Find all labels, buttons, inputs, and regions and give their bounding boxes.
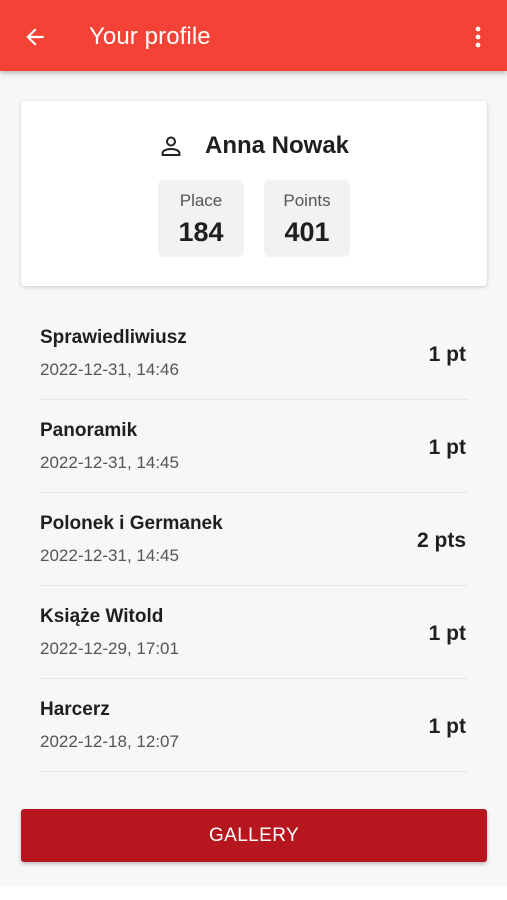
stat-place: Place 184 xyxy=(158,180,244,257)
activity-title: Panoramik xyxy=(40,420,138,441)
activity-points: 2 pts xyxy=(416,529,466,552)
user-icon xyxy=(159,134,183,158)
list-item[interactable]: Książe Witold 2022-12-29, 17:01 1 pt xyxy=(40,586,468,679)
stat-points-label: Points xyxy=(283,191,331,210)
activity-points: 1 pt xyxy=(428,436,466,459)
activity-title: Sprawiedliwiusz xyxy=(40,327,187,348)
activity-date: 2022-12-31, 14:46 xyxy=(40,360,179,379)
activity-points: 1 pt xyxy=(428,622,466,645)
profile-stats: Place 184 Points 401 xyxy=(21,180,487,257)
activity-date: 2022-12-18, 12:07 xyxy=(40,732,179,751)
list-item[interactable]: Panoramik 2022-12-31, 14:45 1 pt xyxy=(40,400,468,493)
stat-points-value: 401 xyxy=(284,217,330,247)
app-bar: Your profile xyxy=(0,0,507,71)
list-item[interactable]: Harcerz 2022-12-18, 12:07 1 pt xyxy=(40,679,468,772)
profile-card: Anna Nowak Place 184 Points 401 xyxy=(21,101,487,286)
activity-date: 2022-12-31, 14:45 xyxy=(40,546,179,565)
list-item[interactable]: Polonek i Germanek 2022-12-31, 14:45 2 p… xyxy=(40,493,468,586)
stat-place-label: Place xyxy=(179,191,223,210)
activity-title: Harcerz xyxy=(40,699,110,720)
activity-date: 2022-12-31, 14:45 xyxy=(40,453,179,472)
stat-points: Points 401 xyxy=(264,180,350,257)
activity-title: Polonek i Germanek xyxy=(40,513,223,534)
activity-points: 1 pt xyxy=(428,343,466,366)
page-title: Your profile xyxy=(89,23,211,50)
activity-points: 1 pt xyxy=(428,715,466,738)
list-item[interactable]: Sprawiedliwiusz 2022-12-31, 14:46 1 pt xyxy=(40,307,468,400)
profile-name-row: Anna Nowak xyxy=(21,131,487,161)
stat-place-value: 184 xyxy=(178,217,224,247)
gallery-button[interactable]: GALLERY xyxy=(21,809,487,862)
activity-list: Sprawiedliwiusz 2022-12-31, 14:46 1 pt P… xyxy=(40,307,468,772)
user-name: Anna Nowak xyxy=(204,132,350,159)
activity-title: Książe Witold xyxy=(40,606,164,627)
back-arrow-icon[interactable] xyxy=(22,24,48,50)
activity-date: 2022-12-29, 17:01 xyxy=(40,639,179,658)
more-vertical-icon[interactable] xyxy=(466,24,490,50)
app-screen: Your profile Anna Nowak Place 184 Points… xyxy=(0,0,507,886)
